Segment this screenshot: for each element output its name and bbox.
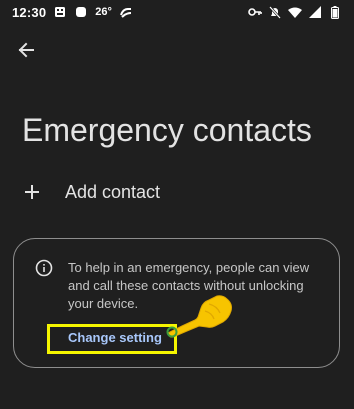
status-time: 12:30	[12, 4, 47, 20]
status-bar: 12:30 26°	[0, 0, 354, 24]
back-button[interactable]	[10, 36, 42, 68]
status-temperature: 26°	[95, 6, 112, 18]
status-bar-right	[248, 5, 342, 19]
add-contact-label: Add contact	[65, 181, 161, 202]
highlight-box	[47, 324, 177, 354]
wifi-icon	[288, 5, 302, 19]
vpn-key-icon	[248, 5, 262, 19]
mute-icon	[268, 5, 282, 19]
signal-icon	[308, 5, 322, 19]
info-icon	[35, 259, 53, 277]
page-title: Emergency contacts	[22, 112, 312, 148]
arrow-back-icon	[17, 41, 35, 64]
plus-icon	[22, 182, 42, 202]
app-icon	[74, 5, 88, 19]
status-bar-left: 12:30 26°	[12, 5, 133, 20]
cast-icon	[119, 5, 133, 19]
add-contact-button[interactable]: Add contact	[22, 174, 342, 210]
pointing-hand-icon	[165, 286, 237, 346]
battery-icon	[328, 5, 342, 19]
sim-icon	[53, 5, 67, 19]
